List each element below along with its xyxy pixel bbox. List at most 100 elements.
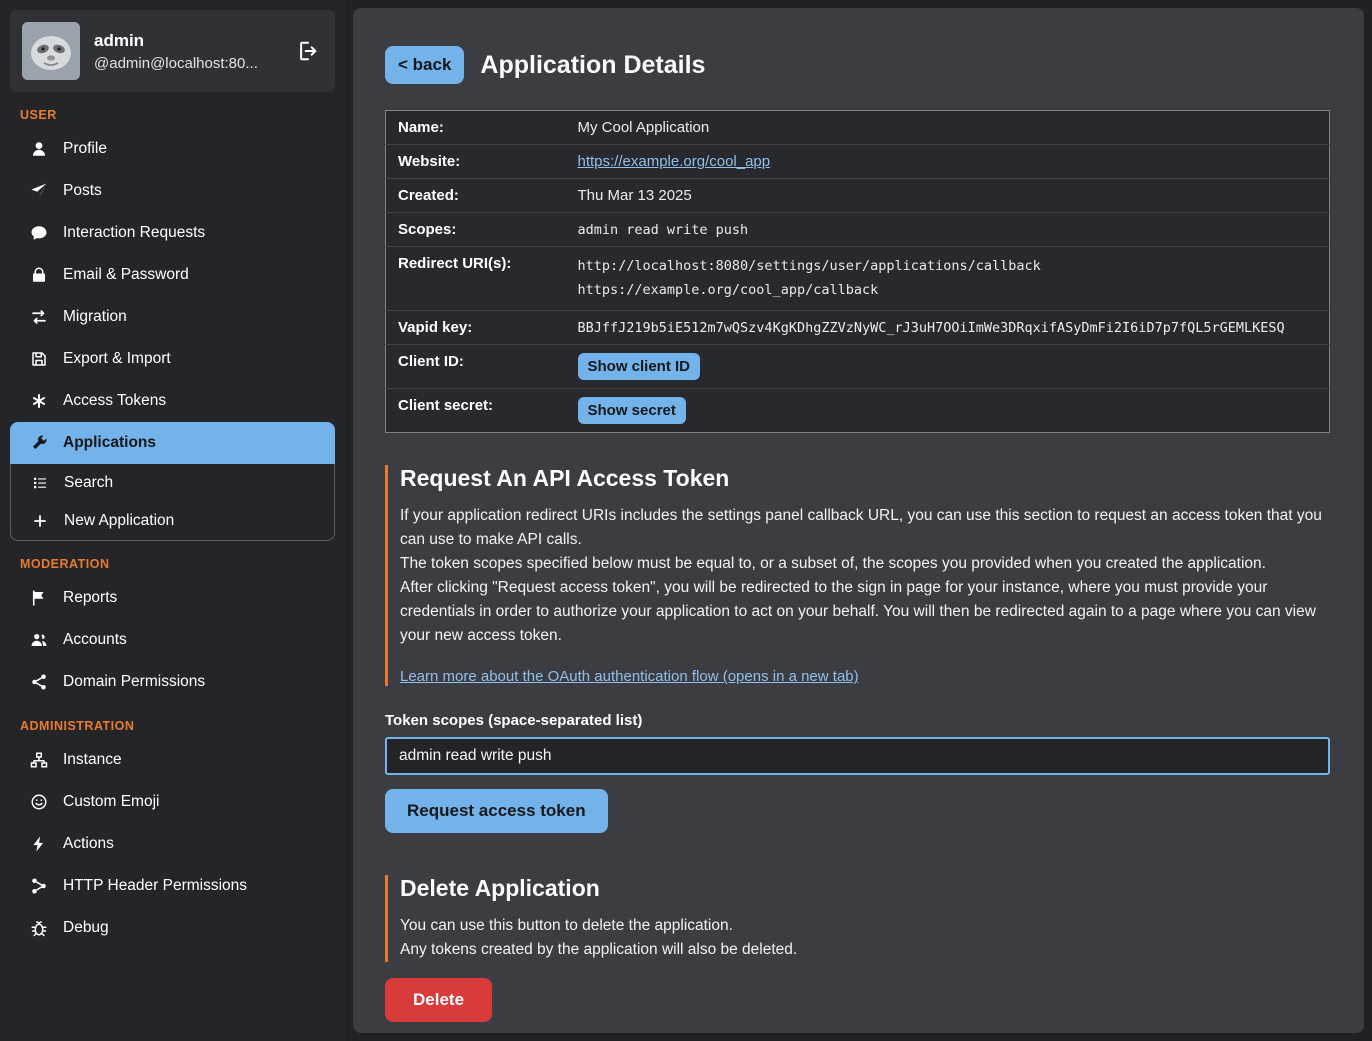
sidebar-item-access-tokens[interactable]: Access Tokens (10, 380, 335, 422)
row-label: Website: (386, 145, 578, 179)
request-token-section: Request An API Access Token If your appl… (385, 465, 1330, 686)
settings-app: admin @admin@localhost:80... USER Profil… (0, 0, 1372, 1041)
sidebar-item-label: Profile (63, 140, 107, 158)
wrench-icon (30, 434, 48, 452)
sidebar-item-label: Search (64, 474, 113, 492)
plus-icon (31, 512, 49, 530)
sidebar-item-label: Email & Password (63, 266, 189, 284)
show-secret-button[interactable]: Show secret (578, 397, 686, 424)
section-title: Delete Application (400, 875, 1330, 902)
list-icon (31, 474, 49, 492)
section-paragraph: The token scopes specified below must be… (400, 552, 1330, 576)
lock-icon (30, 266, 48, 284)
sidebar-item-label: Interaction Requests (63, 224, 205, 242)
sidebar-item-email-password[interactable]: Email & Password (10, 254, 335, 296)
applications-submenu: Search New Application (10, 464, 335, 541)
token-scopes-label: Token scopes (space-separated list) (385, 712, 1330, 729)
sitemap-icon (30, 751, 48, 769)
show-client-id-button[interactable]: Show client ID (578, 353, 701, 380)
section-paragraph: Any tokens created by the application wi… (400, 938, 1330, 962)
bug-icon (30, 919, 48, 937)
sidebar-item-label: Accounts (63, 631, 127, 649)
section-paragraph: If your application redirect URIs includ… (400, 504, 1330, 552)
sidebar-item-label: New Application (64, 512, 174, 530)
sidebar-item-interaction-requests[interactable]: Interaction Requests (10, 212, 335, 254)
page-title: Application Details (480, 51, 705, 80)
redirect-uri-2: https://example.org/cool_app/callback (578, 279, 1324, 303)
row-value: Thu Mar 13 2025 (578, 179, 1330, 213)
sidebar-item-custom-emoji[interactable]: Custom Emoji (10, 781, 335, 823)
sidebar-item-label: HTTP Header Permissions (63, 877, 247, 895)
bolt-icon (30, 835, 48, 853)
user-name: admin (94, 31, 279, 51)
sidebar-item-migration[interactable]: Migration (10, 296, 335, 338)
smiley-icon (30, 793, 48, 811)
sidebar-item-domain-permissions[interactable]: Domain Permissions (10, 661, 335, 703)
row-label: Scopes: (386, 213, 578, 247)
row-label: Name: (386, 111, 578, 145)
comment-icon (30, 224, 48, 242)
section-label-moderation: MODERATION (20, 557, 325, 571)
sidebar-item-new-application[interactable]: New Application (11, 502, 334, 540)
user-card[interactable]: admin @admin@localhost:80... (10, 10, 335, 92)
flag-icon (30, 589, 48, 607)
request-access-token-button[interactable]: Request access token (385, 789, 608, 833)
sidebar-item-label: Posts (63, 182, 102, 200)
row-label: Client secret: (386, 389, 578, 433)
oauth-docs-link[interactable]: Learn more about the OAuth authenticatio… (400, 668, 859, 685)
sidebar-item-http-header-permissions[interactable]: HTTP Header Permissions (10, 865, 335, 907)
floppy-save-icon (30, 350, 48, 368)
section-label-user: USER (20, 108, 325, 122)
table-row-redirect-uris: Redirect URI(s): http://localhost:8080/s… (386, 247, 1330, 311)
sidebar-item-label: Migration (63, 308, 127, 326)
main-content: < back Application Details Name: My Cool… (353, 8, 1364, 1033)
sidebar-item-label: Export & Import (63, 350, 171, 368)
table-row-scopes: Scopes: admin read write push (386, 213, 1330, 247)
row-value: My Cool Application (578, 111, 1330, 145)
sidebar-item-search[interactable]: Search (11, 464, 334, 502)
section-paragraph: You can use this button to delete the ap… (400, 914, 1330, 938)
table-row-created: Created: Thu Mar 13 2025 (386, 179, 1330, 213)
sidebar-item-label: Instance (63, 751, 122, 769)
sidebar-item-label: Custom Emoji (63, 793, 159, 811)
table-row-name: Name: My Cool Application (386, 111, 1330, 145)
section-paragraph: After clicking "Request access token", y… (400, 576, 1330, 648)
website-link[interactable]: https://example.org/cool_app (578, 153, 771, 170)
sidebar-item-debug[interactable]: Debug (10, 907, 335, 949)
sidebar-item-instance[interactable]: Instance (10, 739, 335, 781)
sidebar-item-actions[interactable]: Actions (10, 823, 335, 865)
table-row-client-secret: Client secret: Show secret (386, 389, 1330, 433)
back-button[interactable]: < back (385, 46, 464, 84)
user-icon (30, 140, 48, 158)
logout-icon[interactable] (293, 36, 323, 66)
sidebar: admin @admin@localhost:80... USER Profil… (0, 0, 345, 1041)
paper-plane-icon (30, 182, 48, 200)
row-label: Created: (386, 179, 578, 213)
section-title: Request An API Access Token (400, 465, 1330, 492)
avatar (22, 22, 80, 80)
sidebar-item-reports[interactable]: Reports (10, 577, 335, 619)
section-label-administration: ADMINISTRATION (20, 719, 325, 733)
application-details-table: Name: My Cool Application Website: https… (385, 110, 1330, 433)
table-row-vapid-key: Vapid key: BBJffJ219b5iE512m7wQSzv4KgKDh… (386, 311, 1330, 345)
delete-application-section: Delete Application You can use this butt… (385, 875, 1330, 962)
avatar-image (22, 22, 80, 80)
sidebar-item-profile[interactable]: Profile (10, 128, 335, 170)
users-icon (30, 631, 48, 649)
sidebar-item-label: Reports (63, 589, 117, 607)
sidebar-item-label: Access Tokens (63, 392, 166, 410)
row-label: Client ID: (386, 345, 578, 389)
sidebar-item-label: Applications (63, 434, 156, 452)
token-scopes-input[interactable] (385, 737, 1330, 775)
sidebar-item-export-import[interactable]: Export & Import (10, 338, 335, 380)
delete-button[interactable]: Delete (385, 978, 492, 1022)
sidebar-item-applications[interactable]: Applications (10, 422, 335, 464)
page-header: < back Application Details (385, 46, 1330, 84)
asterisk-token-icon (30, 392, 48, 410)
sidebar-item-posts[interactable]: Posts (10, 170, 335, 212)
redirect-uri-1: http://localhost:8080/settings/user/appl… (578, 255, 1324, 279)
exchange-arrows-icon (30, 308, 48, 326)
table-row-client-id: Client ID: Show client ID (386, 345, 1330, 389)
share-nodes-icon (30, 673, 48, 691)
sidebar-item-accounts[interactable]: Accounts (10, 619, 335, 661)
